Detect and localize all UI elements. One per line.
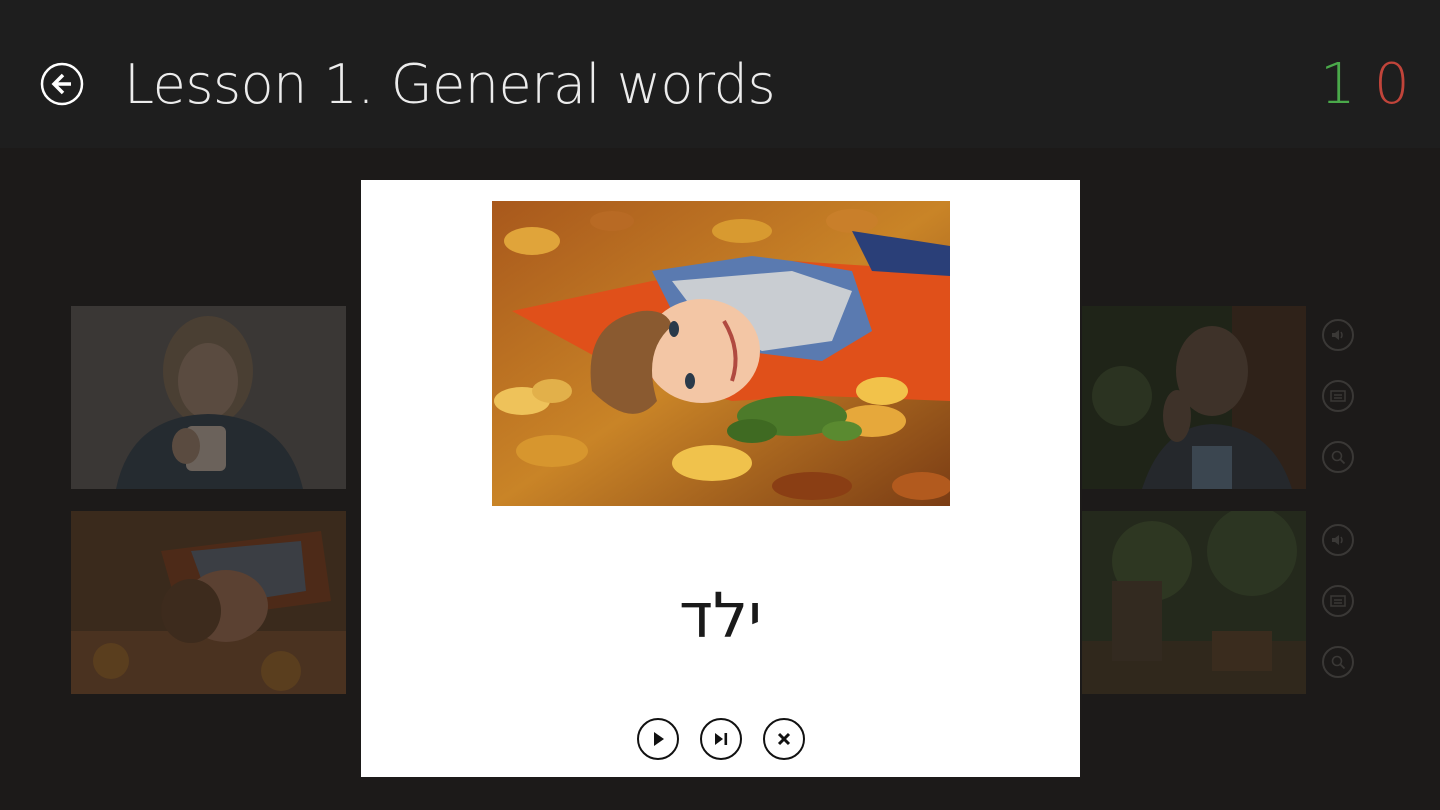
tile-forest-speaker-button[interactable] [1322,524,1354,556]
boy-in-leaves-photo [492,201,950,506]
wrong-score: 0 [1374,52,1410,117]
tile-forest[interactable] [1082,511,1306,694]
next-button[interactable] [700,718,742,760]
speaker-icon [1332,535,1343,545]
correct-score: 1 [1320,52,1356,117]
app-header: Lesson 1. General words 1 0 [0,0,1440,148]
word-text: ילד [679,579,762,652]
tile-man-zoom-button[interactable] [1322,441,1354,473]
zoom-icon [1331,450,1346,465]
man-phone-photo [1082,306,1306,489]
close-icon [777,732,791,746]
zoom-icon [1331,655,1346,670]
skip-next-icon [715,733,728,745]
card-icon [1330,595,1346,607]
forest-photo [1082,511,1306,694]
page-title: Lesson 1. General words [124,53,776,116]
back-button[interactable] [40,62,84,106]
tile-man-speaker-button[interactable] [1322,319,1354,351]
tile-boy-leaves[interactable] [71,511,346,694]
tile-forest-zoom-button[interactable] [1322,646,1354,678]
tile-man-card-button[interactable] [1322,380,1354,412]
play-button[interactable] [637,718,679,760]
boy-leaves-dim-photo [71,511,346,694]
woman-drinking-photo [71,306,346,489]
play-icon [654,732,664,746]
close-button[interactable] [763,718,805,760]
tile-man-phone[interactable] [1082,306,1306,489]
word-card-dialog: ילד [361,180,1080,777]
tile-woman-drinking[interactable] [71,306,346,489]
word-photo [492,201,950,506]
card-icon [1330,390,1346,402]
tile-forest-card-button[interactable] [1322,585,1354,617]
speaker-icon [1332,330,1343,340]
back-arrow-icon [40,62,84,106]
